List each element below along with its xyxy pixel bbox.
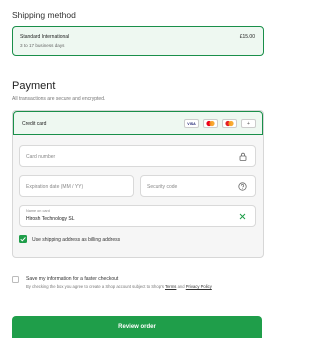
security-code-field[interactable]: Security code xyxy=(140,175,256,197)
shipping-option-price: £15.00 xyxy=(239,34,255,40)
name-on-card-field[interactable]: Name on card Hirosh Technology SL xyxy=(19,205,256,227)
payment-title: Payment xyxy=(12,80,56,92)
billing-address-label: Use shipping address as billing address xyxy=(32,237,121,243)
save-info-checkbox[interactable] xyxy=(12,276,19,283)
save-info-desc: By checking the box you agree to create … xyxy=(26,284,262,290)
billing-address-checkbox[interactable] xyxy=(19,235,27,243)
credit-card-panel: Credit card VISA + Card number Expiratio… xyxy=(12,110,264,258)
clear-x-icon[interactable] xyxy=(239,213,246,220)
more-cards-badge: + xyxy=(241,119,256,128)
save-info-desc-text: By checking the box you agree to create … xyxy=(26,284,165,289)
card-number-placeholder: Card number xyxy=(26,154,56,160)
payment-subtitle: All transactions are secure and encrypte… xyxy=(12,96,106,102)
expiration-date-field[interactable]: Expiration date (MM / YY) xyxy=(19,175,134,197)
shipping-section-title: Shipping method xyxy=(12,10,76,20)
security-placeholder: Security code xyxy=(147,184,178,190)
shipping-option-name: Standard International xyxy=(20,34,70,40)
review-order-button[interactable]: Review order xyxy=(12,316,262,338)
visa-logo-icon: VISA xyxy=(184,119,199,128)
shipping-option-desc: 3 to 17 business days xyxy=(20,43,65,48)
mastercard-logo-icon xyxy=(203,119,218,128)
terms-link[interactable]: Terms xyxy=(165,284,176,289)
credit-card-option[interactable]: Credit card VISA + xyxy=(13,111,263,135)
credit-card-label: Credit card xyxy=(22,121,47,127)
maestro-logo-icon xyxy=(222,119,237,128)
help-circle-icon[interactable] xyxy=(238,182,247,191)
save-info-and: and xyxy=(176,284,186,289)
lock-icon xyxy=(239,152,247,161)
name-on-card-value: Hirosh Technology SL xyxy=(26,216,75,222)
shipping-option-standard[interactable]: Standard International 3 to 17 business … xyxy=(12,26,264,56)
card-number-field[interactable]: Card number xyxy=(19,145,256,167)
checkmark-icon xyxy=(20,237,26,242)
privacy-policy-link[interactable]: Privacy Policy xyxy=(186,284,212,289)
name-on-card-label: Name on card xyxy=(26,209,50,213)
save-info-title: Save my information for a faster checkou… xyxy=(26,276,119,282)
expiration-placeholder: Expiration date (MM / YY) xyxy=(26,184,84,190)
